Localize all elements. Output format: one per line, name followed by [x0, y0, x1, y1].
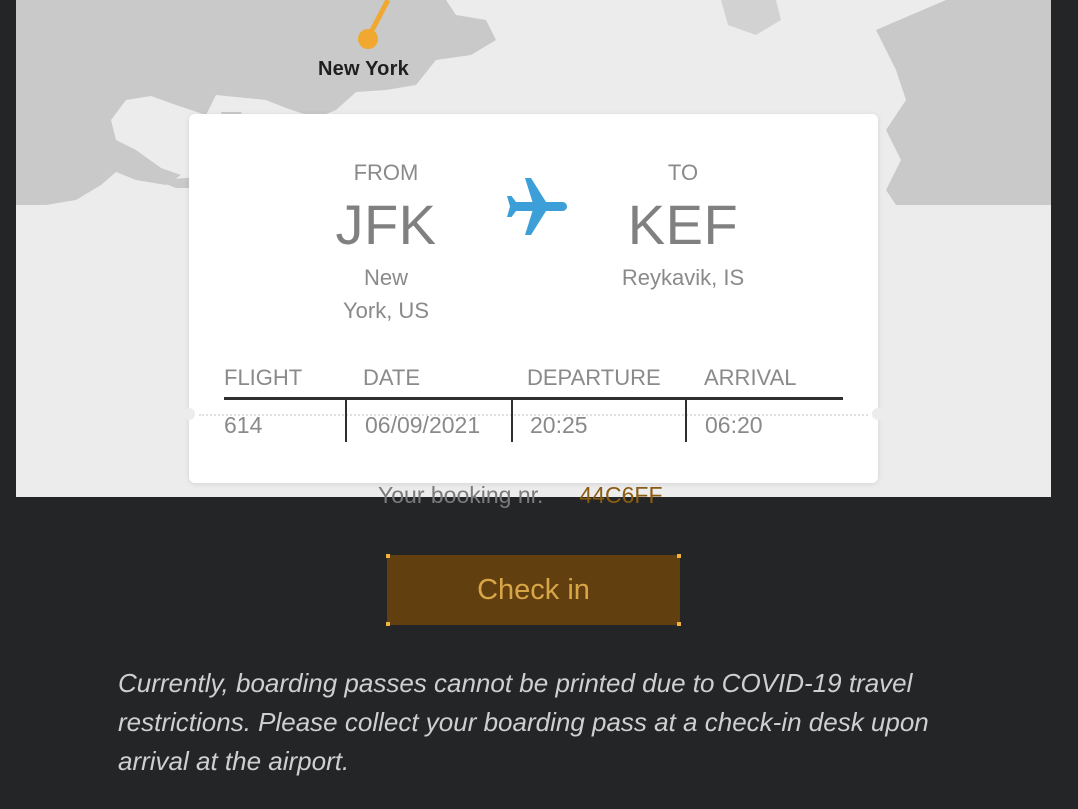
corner-handle	[386, 622, 390, 626]
booking-reference-row: Your booking nr. 44C6FF	[0, 478, 1078, 508]
from-city-line1: New	[363, 265, 408, 290]
airplane-icon	[507, 178, 567, 235]
header-divider	[224, 397, 843, 400]
corner-handle	[386, 554, 390, 558]
column-header-departure: DEPARTURE	[527, 365, 661, 390]
to-city: Reykavik, IS	[621, 265, 745, 290]
origin-city-label: New York	[318, 58, 409, 80]
arrival-time: 06:20	[705, 412, 763, 438]
column-divider	[685, 400, 687, 442]
from-city-line2: York, US	[342, 298, 429, 323]
covid-notice: Currently, boarding passes cannot be pri…	[118, 668, 929, 776]
column-header-arrival: ARRIVAL	[704, 365, 797, 390]
from-label: FROM	[353, 160, 419, 185]
ticket-notch-right	[872, 408, 884, 420]
origin-marker	[358, 29, 378, 49]
column-header-flight: FLIGHT	[224, 365, 303, 390]
column-header-date: DATE	[363, 365, 421, 390]
flight-number: 614	[224, 412, 263, 438]
departure-time: 20:25	[530, 412, 588, 438]
check-in-label: Check in	[477, 573, 590, 606]
corner-handle	[677, 622, 681, 626]
from-airport-code: JFK	[335, 193, 437, 256]
column-divider	[511, 400, 513, 442]
check-in-button[interactable]: Check in	[386, 554, 681, 626]
to-airport-code: KEF	[627, 193, 739, 256]
column-divider	[345, 400, 347, 442]
corner-handle	[677, 554, 681, 558]
booking-label: Your booking nr.	[378, 482, 544, 508]
flight-card: FROM JFK New York, US TO KEF Reykavik, I…	[183, 114, 884, 483]
booking-reference: 44C6FF	[579, 482, 663, 508]
flight-date: 06/09/2021	[365, 412, 481, 438]
to-label: TO	[667, 160, 699, 185]
ticket-notch-left	[183, 408, 195, 420]
